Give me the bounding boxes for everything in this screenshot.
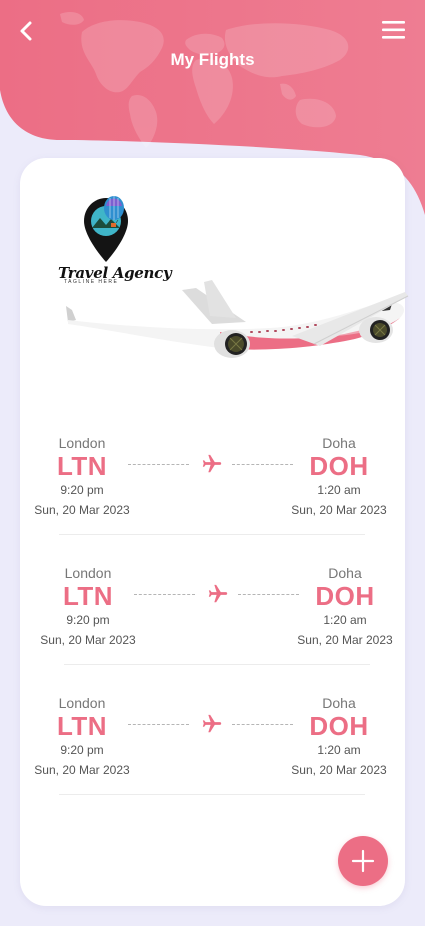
origin-city: London [58, 695, 106, 711]
add-flight-button[interactable] [338, 836, 388, 886]
flight-divider [59, 794, 365, 795]
flight-divider [64, 664, 370, 665]
arrival-date: Sun, 20 Mar 2023 [291, 503, 387, 517]
origin-code: LTN [56, 711, 108, 741]
flight-divider [59, 534, 365, 535]
flight-destination: Doha DOH 1:20 am Sun, 20 Mar 2023 [284, 695, 394, 778]
airplane-icon [202, 714, 222, 733]
airplane-illustration [66, 280, 409, 358]
departure-date: Sun, 20 Mar 2023 [34, 763, 130, 777]
route-line-left [134, 594, 195, 595]
origin-city: London [58, 435, 106, 451]
arrival-date: Sun, 20 Mar 2023 [291, 763, 387, 777]
flight-origin: London LTN 9:20 pm Sun, 20 Mar 2023 [33, 565, 143, 648]
airplane-icon [208, 584, 228, 603]
flight-card-1[interactable]: London LTN 9:20 pm Sun, 20 Mar 2023 Doha… [27, 435, 397, 555]
back-button[interactable] [14, 18, 40, 44]
destination-city: Doha [322, 695, 356, 711]
flight-card-3[interactable]: London LTN 9:20 pm Sun, 20 Mar 2023 Doha… [27, 695, 397, 815]
flight-destination: Doha DOH 1:20 am Sun, 20 Mar 2023 [284, 435, 394, 518]
departure-date: Sun, 20 Mar 2023 [34, 503, 130, 517]
arrival-time: 1:20 am [323, 613, 367, 627]
flight-card-2[interactable]: London LTN 9:20 pm Sun, 20 Mar 2023 Doha… [33, 565, 403, 685]
destination-city: Doha [328, 565, 362, 581]
arrival-date: Sun, 20 Mar 2023 [297, 633, 393, 647]
origin-code: LTN [62, 581, 114, 611]
route-line-left [128, 724, 189, 725]
departure-time: 9:20 pm [60, 483, 104, 497]
arrival-time: 1:20 am [317, 743, 361, 757]
destination-code: DOH [315, 581, 375, 611]
airplane-icon [202, 454, 222, 473]
flight-origin: London LTN 9:20 pm Sun, 20 Mar 2023 [27, 435, 137, 518]
flight-origin: London LTN 9:20 pm Sun, 20 Mar 2023 [27, 695, 137, 778]
plus-icon [351, 849, 375, 873]
destination-code: DOH [309, 451, 369, 481]
flight-destination: Doha DOH 1:20 am Sun, 20 Mar 2023 [290, 565, 400, 648]
arrival-time: 1:20 am [317, 483, 361, 497]
origin-code: LTN [56, 451, 108, 481]
destination-city: Doha [322, 435, 356, 451]
hamburger-menu-icon [382, 21, 405, 39]
departure-time: 9:20 pm [66, 613, 110, 627]
route-line-left [128, 464, 189, 465]
departure-time: 9:20 pm [60, 743, 104, 757]
departure-date: Sun, 20 Mar 2023 [40, 633, 136, 647]
chevron-left-icon [20, 21, 32, 41]
origin-city: London [64, 565, 112, 581]
page-title: My Flights [170, 50, 255, 69]
destination-code: DOH [309, 711, 369, 741]
menu-button[interactable] [380, 18, 408, 42]
